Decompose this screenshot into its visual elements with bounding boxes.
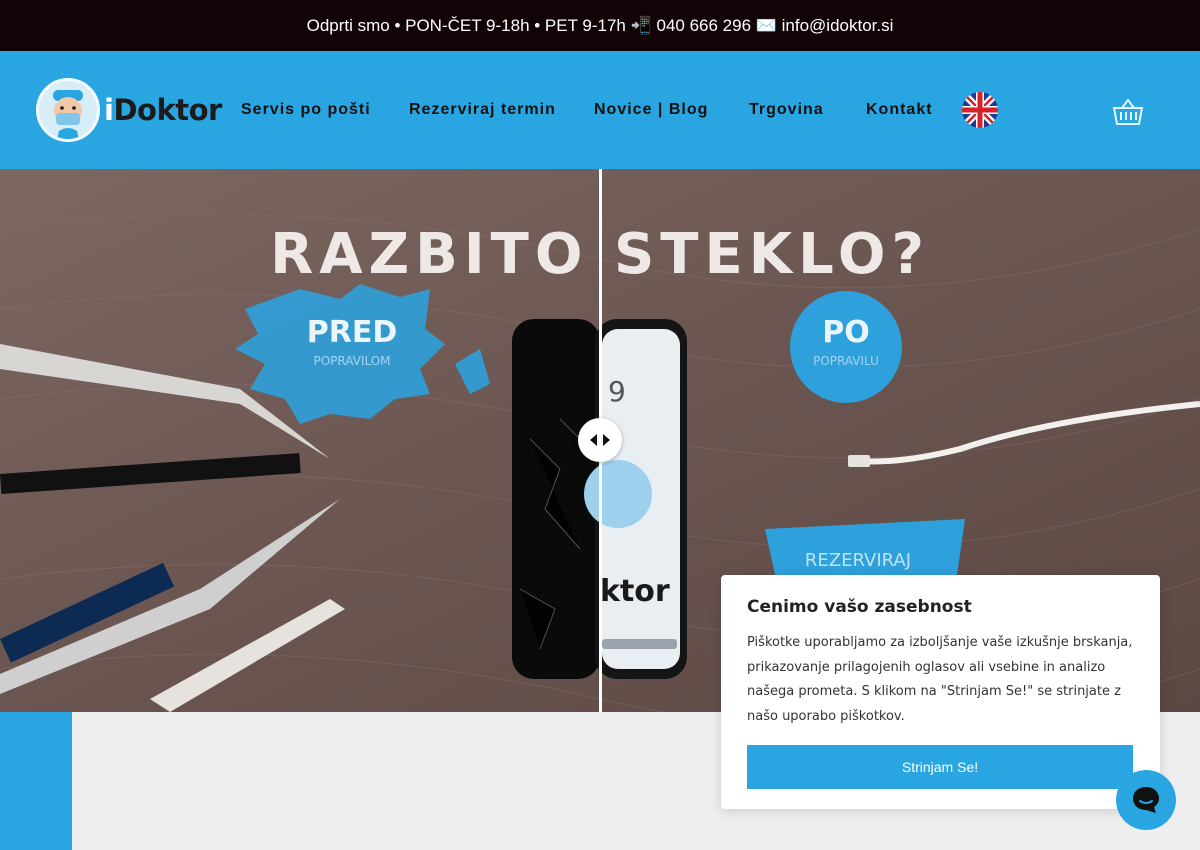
header: iDoktor Servis po pošti Rezerviraj termi… [0, 51, 1200, 169]
cookie-text: Piškotke uporabljamo za izboljšanje vaše… [747, 635, 1133, 724]
phone-time-text: 9 [608, 375, 626, 408]
left-right-arrows-icon [590, 434, 610, 446]
cookie-consent-dialog: Cenimo vašo zasebnost Piškotke uporablja… [721, 575, 1160, 809]
chat-bubble-icon [1133, 787, 1159, 813]
logo-wordmark: Doktor [113, 93, 222, 127]
hero-before-label: PRED [307, 315, 397, 350]
hero-after-sublabel: POPRAVILU [813, 354, 879, 368]
nav-servis-po-posti[interactable]: Servis po pošti [241, 101, 371, 119]
logo-text: iDoktor [104, 93, 222, 127]
cookie-title: Cenimo vašo zasebnost [747, 597, 972, 617]
chat-button[interactable] [1116, 770, 1176, 830]
nav-rezerviraj-termin[interactable]: Rezerviraj termin [409, 101, 556, 119]
doctor-mascot-icon [36, 78, 100, 142]
phone-brand-text: ktor [600, 574, 670, 609]
hero-after-label: PO [822, 315, 870, 350]
nav-kontakt[interactable]: Kontakt [866, 101, 933, 119]
nav-novice-blog[interactable]: Novice | Blog [594, 101, 708, 119]
uk-flag-icon[interactable] [962, 92, 998, 128]
hero-cta-text: REZERVIRAJ [805, 550, 911, 571]
hero-before-sublabel: POPRAVILOM [313, 354, 390, 368]
nav-trgovina[interactable]: Trgovina [749, 101, 824, 119]
topbar-info: Odprti smo • PON-ČET 9-18h • PET 9-17h 📲… [306, 15, 894, 35]
slider-handle[interactable] [578, 418, 622, 462]
logo[interactable]: iDoktor [36, 78, 222, 142]
accept-cookies-button[interactable]: Strinjam Se! [747, 745, 1133, 789]
basket-icon[interactable] [1112, 98, 1144, 126]
topbar: Odprti smo • PON-ČET 9-18h • PET 9-17h 📲… [0, 0, 1200, 51]
left-accent-block [0, 712, 72, 850]
